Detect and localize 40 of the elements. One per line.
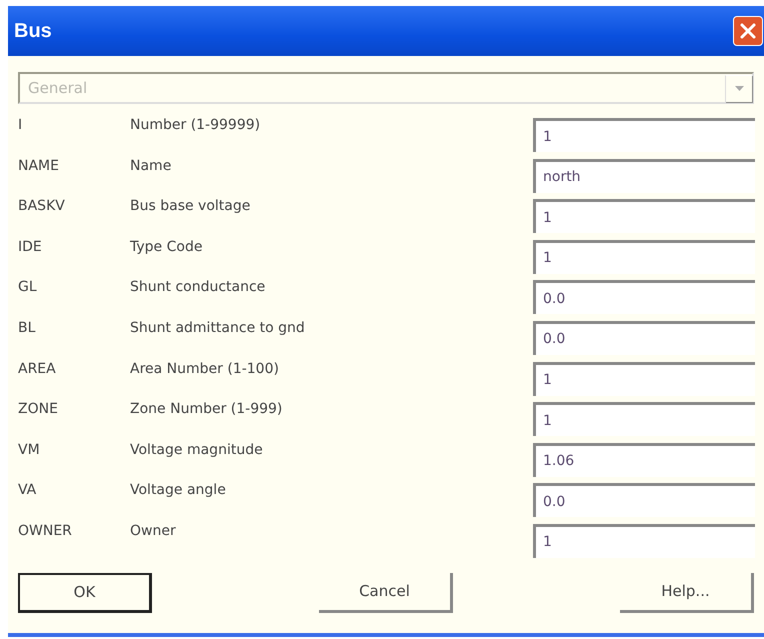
dialog-button[interactable]: Cancel — [319, 572, 453, 613]
field-code: IDE — [18, 238, 43, 255]
input-field[interactable]: 1 — [533, 402, 755, 436]
field-label: Shunt admittance to gnd — [130, 318, 306, 336]
field-code: I — [18, 116, 24, 133]
input-field[interactable]: 0.0 — [533, 320, 755, 355]
input-field[interactable]: 0.0 — [533, 483, 755, 518]
field-code: GL — [18, 278, 38, 296]
input-field[interactable]: 1 — [533, 362, 755, 396]
input-field[interactable]: 1 — [533, 118, 755, 152]
field-code: OWNER — [18, 522, 73, 539]
field-code: VA — [18, 481, 38, 498]
field-code: ZONE — [18, 400, 59, 418]
field-code: BASKV — [18, 197, 66, 214]
field-label: Number (1-99999) — [130, 116, 262, 133]
field-label: Owner — [130, 522, 177, 539]
input-field[interactable]: 1 — [533, 524, 755, 558]
field-code: VM — [18, 440, 41, 458]
field-label: Zone Number (1-999) — [130, 400, 284, 418]
field-code: NAME — [18, 156, 60, 174]
field-code: AREA — [18, 360, 57, 377]
dialog-button[interactable]: Help... — [620, 572, 754, 613]
field-label: Shunt conductance — [130, 278, 266, 296]
field-label: Type Code — [130, 238, 204, 255]
dialog-button[interactable]: OK — [18, 572, 152, 613]
field-label: Area Number (1-100) — [130, 360, 280, 377]
close-icon — [739, 22, 757, 40]
input-field[interactable]: 1.06 — [533, 442, 755, 477]
input-field[interactable]: 1 — [533, 240, 755, 274]
caret-icon — [734, 86, 744, 91]
input-field[interactable]: 0.0 — [533, 280, 755, 314]
close-button[interactable] — [733, 16, 763, 46]
input-field[interactable]: north — [533, 158, 755, 193]
field-label: Voltage angle — [130, 481, 227, 498]
window-title: Bus — [14, 20, 52, 42]
input-field[interactable]: 1 — [533, 199, 755, 234]
field-label: Name — [130, 156, 172, 174]
field-code: BL — [18, 318, 36, 336]
field-label: Voltage magnitude — [130, 440, 264, 458]
field-label: Bus base voltage — [130, 197, 252, 214]
